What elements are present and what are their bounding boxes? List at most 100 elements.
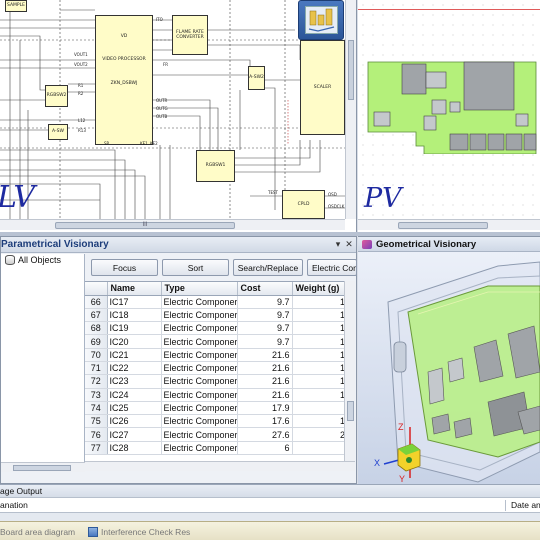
cell-cost[interactable]: 27.6 <box>237 427 293 442</box>
cell-weight[interactable]: 2. <box>292 441 344 456</box>
cell-name[interactable]: IC20 <box>107 334 162 349</box>
cell-weight[interactable]: 12. <box>292 361 344 376</box>
block-scaler[interactable]: SCALER <box>300 40 345 135</box>
cell-weight[interactable]: 17. <box>292 414 344 429</box>
object-tree[interactable]: All Objects <box>1 254 85 472</box>
block-a-sw[interactable]: A-SW <box>48 124 68 140</box>
geometrical-visionary-panel[interactable]: Geometrical Visionary Z X Y <box>358 236 540 484</box>
cell-weight[interactable]: 12. <box>292 374 344 389</box>
cell-type[interactable]: Electric Componer <box>161 441 238 456</box>
search-replace-button[interactable]: Search/Replace <box>233 259 303 276</box>
block-a-sw2[interactable]: A-SW2 <box>248 66 265 90</box>
column-header-cost[interactable]: Cost <box>237 282 293 296</box>
cell-type[interactable]: Electric Componer <box>161 414 238 429</box>
block-video-processor[interactable]: VD VIDEO PROCESSOR ZKN_DSBWJ <box>95 15 153 145</box>
physical-view-panel[interactable]: PV <box>358 0 540 232</box>
sort-button[interactable]: Sort <box>162 259 229 276</box>
column-header-name[interactable]: Name <box>107 282 162 296</box>
cell-cost[interactable]: 21.6 <box>237 374 293 389</box>
cell-weight[interactable]: 12. <box>292 334 344 349</box>
cell-name[interactable]: IC28 <box>107 441 162 456</box>
cell-name[interactable]: IC23 <box>107 374 162 389</box>
pv-horizontal-scrollbar[interactable] <box>358 219 540 230</box>
pin-dropdown-icon[interactable]: ▾ <box>333 239 343 249</box>
table-row[interactable]: 66IC17Electric Componer9.712. <box>85 295 344 309</box>
cell-weight[interactable]: 2 <box>292 401 344 416</box>
date-column-header[interactable]: Date an <box>511 498 540 512</box>
tree-scroll-thumb[interactable] <box>13 465 71 471</box>
block-rgb-sw1[interactable]: RGBSW1 <box>196 150 235 182</box>
cell-weight[interactable]: 12. <box>292 321 344 336</box>
lv-vertical-scrollbar[interactable] <box>345 0 356 219</box>
cell-weight[interactable]: 12. <box>292 295 344 309</box>
cell-name[interactable]: IC18 <box>107 308 162 323</box>
parametrical-title-bar[interactable]: Parametrical Visionary ▾ ✕ <box>1 237 356 253</box>
cell-name[interactable]: IC24 <box>107 388 162 402</box>
cell-cost[interactable]: 21.6 <box>237 348 293 362</box>
parameter-grid[interactable]: Name Type Cost Weight (g) 66 IC17 Electric… <box>85 281 344 461</box>
cell-cost[interactable]: 9.7 <box>237 295 293 309</box>
cell-type[interactable]: Electric Componer <box>161 334 238 349</box>
table-row[interactable]: 69IC20Electric Componer9.712. <box>85 334 344 349</box>
cell-name[interactable]: IC21 <box>107 348 162 362</box>
column-header-weight[interactable]: Weight (g) <box>292 282 344 296</box>
tab-interference-check[interactable]: Interference Check Res <box>88 524 190 539</box>
cell-name[interactable]: IC17 <box>107 295 162 309</box>
logical-view-panel[interactable]: SAMPLE VD VIDEO PROCESSOR ZKN_DSBWJ FLAM… <box>0 0 357 232</box>
cell-name[interactable]: IC25 <box>107 401 162 416</box>
block-sample[interactable]: SAMPLE <box>5 0 27 12</box>
block-frame-rate-converter[interactable]: FLAME RATE CONVERTER <box>172 15 208 55</box>
table-row[interactable]: 76IC27Electric Componer27.627. <box>85 427 344 442</box>
cell-weight[interactable]: 12. <box>292 388 344 402</box>
column-divider[interactable] <box>505 500 506 511</box>
geometrical-title-bar[interactable]: Geometrical Visionary <box>358 237 540 252</box>
cell-weight[interactable]: 12. <box>292 348 344 362</box>
table-row[interactable]: 71IC22Electric Componer21.612. <box>85 361 344 376</box>
cell-cost[interactable]: 17.9 <box>237 401 293 416</box>
cell-cost[interactable]: 6 <box>237 441 293 456</box>
cell-type[interactable]: Electric Componer <box>161 361 238 376</box>
table-row[interactable]: 73IC24Electric Componer21.612. <box>85 388 344 402</box>
electric-component-button[interactable]: Electric Com <box>307 259 357 276</box>
tool-palette-icon[interactable] <box>298 0 344 40</box>
close-icon[interactable]: ✕ <box>344 239 354 249</box>
cell-type[interactable]: Electric Componer <box>161 427 238 442</box>
pv-horizontal-scroll-thumb[interactable] <box>398 222 488 229</box>
grid-vertical-scroll-thumb[interactable] <box>347 401 354 421</box>
tree-item-all-objects[interactable]: All Objects <box>5 255 61 265</box>
cell-type[interactable]: Electric Componer <box>161 308 238 323</box>
focus-button[interactable]: Focus <box>91 259 158 276</box>
cell-weight[interactable]: 27. <box>292 427 344 442</box>
table-row[interactable]: 75IC26Electric Componer17.617. <box>85 414 344 429</box>
cell-name[interactable]: IC19 <box>107 321 162 336</box>
table-row[interactable]: 68IC19Electric Componer9.712. <box>85 321 344 336</box>
lv-horizontal-scrollbar[interactable]: III <box>0 219 345 230</box>
lv-vertical-scroll-thumb[interactable] <box>348 40 354 100</box>
pcb-board-layout[interactable] <box>366 58 540 154</box>
table-row[interactable]: 72IC23Electric Componer21.612. <box>85 374 344 389</box>
table-row[interactable]: 67IC18Electric Componer9.712. <box>85 308 344 323</box>
cell-name[interactable]: IC26 <box>107 414 162 429</box>
grid-vertical-scrollbar[interactable] <box>344 281 355 461</box>
column-header-row-number[interactable] <box>85 282 108 296</box>
cell-cost[interactable]: 9.7 <box>237 334 293 349</box>
lv-horizontal-scroll-thumb[interactable]: III <box>55 222 235 229</box>
tab-board-area-diagram[interactable]: Board area diagram <box>0 524 75 539</box>
cell-name[interactable]: IC27 <box>107 427 162 442</box>
block-rgb-sw2[interactable]: RGBSW2 <box>45 85 68 107</box>
cell-type[interactable]: Electric Componer <box>161 401 238 416</box>
table-row[interactable]: 70IC21Electric Componer21.612. <box>85 348 344 362</box>
tree-horizontal-scrollbar[interactable] <box>1 462 85 472</box>
cell-cost[interactable]: 21.6 <box>237 388 293 402</box>
block-cpld[interactable]: CPLD <box>282 190 325 219</box>
cell-type[interactable]: Electric Componer <box>161 348 238 362</box>
cell-weight[interactable]: 12. <box>292 308 344 323</box>
cell-type[interactable]: Electric Componer <box>161 388 238 402</box>
cell-cost[interactable]: 17.6 <box>237 414 293 429</box>
cell-type[interactable]: Electric Componer <box>161 374 238 389</box>
3d-model-viewport[interactable]: Z X Y <box>358 252 540 484</box>
message-output-title[interactable]: age Output <box>0 484 540 497</box>
cell-type[interactable]: Electric Componer <box>161 295 238 309</box>
cell-type[interactable]: Electric Componer <box>161 321 238 336</box>
grid-horizontal-scrollbar[interactable] <box>85 461 355 471</box>
